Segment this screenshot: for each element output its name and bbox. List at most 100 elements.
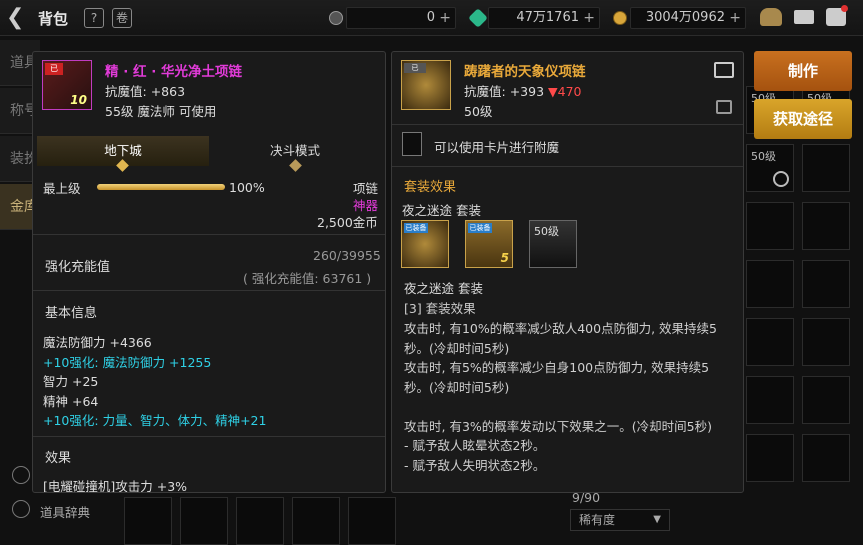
set-effect-title: 套装效果 <box>404 180 457 195</box>
item-name: 踌躇者的天象仪项链 <box>464 64 586 80</box>
inventory-slot[interactable] <box>746 260 794 308</box>
stats-list: 魔法防御力 +4366 +10强化: 魔法防御力 +1255 智力 +25 精神 +6… <box>43 332 266 430</box>
divider <box>33 290 385 291</box>
grade-percent: 100% <box>229 180 265 195</box>
item-detail-panel-left: 已 10 精 · 红 · 华光净土项链 抗魔值: +863 55级 魔法师 可使… <box>32 51 386 493</box>
item-name: 精 · 红 · 华光净土项链 <box>105 64 243 80</box>
equipped-badge: 已 <box>45 63 63 75</box>
back-arrow-icon[interactable]: ❮ <box>6 6 30 30</box>
enchant-card-slot[interactable] <box>402 132 422 156</box>
effect-title: 效果 <box>45 451 72 466</box>
inventory-slot[interactable]: 50级 <box>746 144 794 192</box>
inventory-slot[interactable] <box>802 376 850 424</box>
set-effect-line: - 赋予敌人眩晕状态2秒。 <box>404 438 546 453</box>
dictionary-icon-2[interactable] <box>12 500 30 518</box>
resist-line: 抗魔值: +393 ▼470 <box>464 81 582 100</box>
inventory-slot[interactable] <box>746 318 794 366</box>
currency-c-value: 0 <box>426 10 435 25</box>
inventory-slot[interactable] <box>802 144 850 192</box>
basic-info-title: 基本信息 <box>45 306 98 321</box>
rarity-dropdown[interactable]: 稀有度 ▼ <box>570 509 670 531</box>
set-effect-lines: 攻击时, 有10%的概率减少敌人400点防御力, 效果持续5 秒。(冷却时间5秒)… <box>404 318 717 474</box>
add-gem-button[interactable]: + <box>583 8 595 28</box>
inventory-slot[interactable] <box>802 202 850 250</box>
resist-value: +863 <box>150 84 186 99</box>
set-item-ring[interactable]: 50级 <box>529 220 577 268</box>
divider <box>33 234 385 235</box>
enchant-text: 可以使用卡片进行附魔 <box>434 140 560 155</box>
upgrade-level-label: 5 <box>500 251 509 265</box>
slot-level: 50级 <box>751 150 776 163</box>
resist-label: 抗魔值: <box>105 84 147 99</box>
item-dictionary-link[interactable]: 道具辞典 <box>40 502 90 521</box>
set-effect-line: 攻击时, 有5%的概率减少自身100点防御力, 效果持续5 <box>404 360 710 375</box>
effect-line: [电耀碰撞机]攻击力 +3% <box>43 479 188 493</box>
locked-forbidden-icon <box>773 171 789 187</box>
add-gold-button[interactable]: + <box>729 8 741 28</box>
inventory-slot[interactable] <box>746 376 794 424</box>
charge-total: ( 强化充能值: 63761 ) <box>243 271 372 286</box>
help-icon[interactable]: ? <box>84 8 104 28</box>
lock-icon[interactable] <box>716 100 732 114</box>
currency-gold: 3004万0962 + <box>613 7 746 29</box>
stat-line: 精神 +64 <box>43 393 99 409</box>
set-effect-line <box>404 396 717 416</box>
item-badge: 已 <box>404 63 426 73</box>
inventory-slot[interactable] <box>802 434 850 482</box>
set-item-level: 50级 <box>534 225 559 238</box>
set-effect-line: 秒。(冷却时间5秒) <box>404 340 510 356</box>
stat-line: 智力 +25 <box>43 374 99 389</box>
currency-gem: 47万1761 + <box>468 7 600 29</box>
set-effect-count-title: [3] 套装效果 <box>404 301 476 316</box>
craft-button[interactable]: 制作 <box>754 51 852 91</box>
item-necklace-icon: 已 10 <box>42 60 92 110</box>
divider <box>33 436 385 437</box>
inventory-slot[interactable] <box>802 260 850 308</box>
bottom-slot[interactable] <box>348 497 396 545</box>
set-item-bracelet[interactable]: 已装备 5 <box>465 220 513 268</box>
gold-coin-icon <box>613 11 627 25</box>
dictionary-icon[interactable]: 卷 <box>112 8 132 28</box>
upgrade-level-label: 10 <box>70 93 87 107</box>
shop-bag-icon[interactable] <box>760 8 782 26</box>
resist-label: 抗魔值: <box>464 84 506 99</box>
inventory-slot[interactable] <box>746 434 794 482</box>
item-price: 2,500金币 <box>317 215 378 230</box>
bottom-slot[interactable] <box>292 497 340 545</box>
item-level: 50级 <box>464 104 493 119</box>
resist-value: +393 <box>509 84 545 99</box>
set-name: 夜之迷途 套装 <box>402 203 481 218</box>
set-item-necklace[interactable]: 已装备 <box>401 220 449 268</box>
divider <box>392 124 743 125</box>
currency-c: 0 + <box>329 7 456 29</box>
inventory-slot[interactable] <box>746 202 794 250</box>
charge-value: 260/39955 <box>313 248 381 263</box>
page-title: 背包 <box>38 10 69 28</box>
inventory-slot[interactable] <box>802 318 850 366</box>
mail-icon[interactable] <box>794 10 814 24</box>
set-effect-line: 攻击时, 有10%的概率减少敌人400点防御力, 效果持续5 <box>404 321 717 336</box>
equipped-badge: 已装备 <box>404 223 428 233</box>
level-requirement: 55级 魔法师 可使用 <box>105 104 217 119</box>
add-c-button[interactable]: + <box>439 8 451 28</box>
divider <box>392 166 743 167</box>
resist-line: 抗魔值: +863 <box>105 81 185 100</box>
stat-line: +10强化: 魔法防御力 +1255 <box>43 354 212 370</box>
resist-diff: ▼470 <box>548 84 582 99</box>
grade-label: 最上级 <box>43 181 81 196</box>
dictionary-bottom-icon[interactable] <box>12 466 30 484</box>
equipped-badge: 已装备 <box>468 223 492 233</box>
rarity-dropdown-label: 稀有度 <box>579 513 616 527</box>
stat-line: +10强化: 力量、智力、体力、精神+21 <box>43 413 267 428</box>
obtain-method-button[interactable]: 获取途径 <box>754 99 852 139</box>
bottom-slot[interactable] <box>236 497 284 545</box>
share-icon[interactable] <box>714 62 734 78</box>
currency-gold-value: 3004万0962 <box>645 10 725 25</box>
bottom-slot[interactable] <box>124 497 172 545</box>
stat-line: 魔法防御力 +4366 <box>43 335 152 350</box>
item-detail-panel-right: 已 踌躇者的天象仪项链 抗魔值: +393 ▼470 50级 可以使用卡片进行附… <box>391 51 744 493</box>
grade-bar <box>97 184 225 190</box>
bottom-slot[interactable] <box>180 497 228 545</box>
set-effect-line: 秒。(冷却时间5秒) <box>404 379 510 395</box>
chevron-down-icon: ▼ <box>653 514 661 525</box>
